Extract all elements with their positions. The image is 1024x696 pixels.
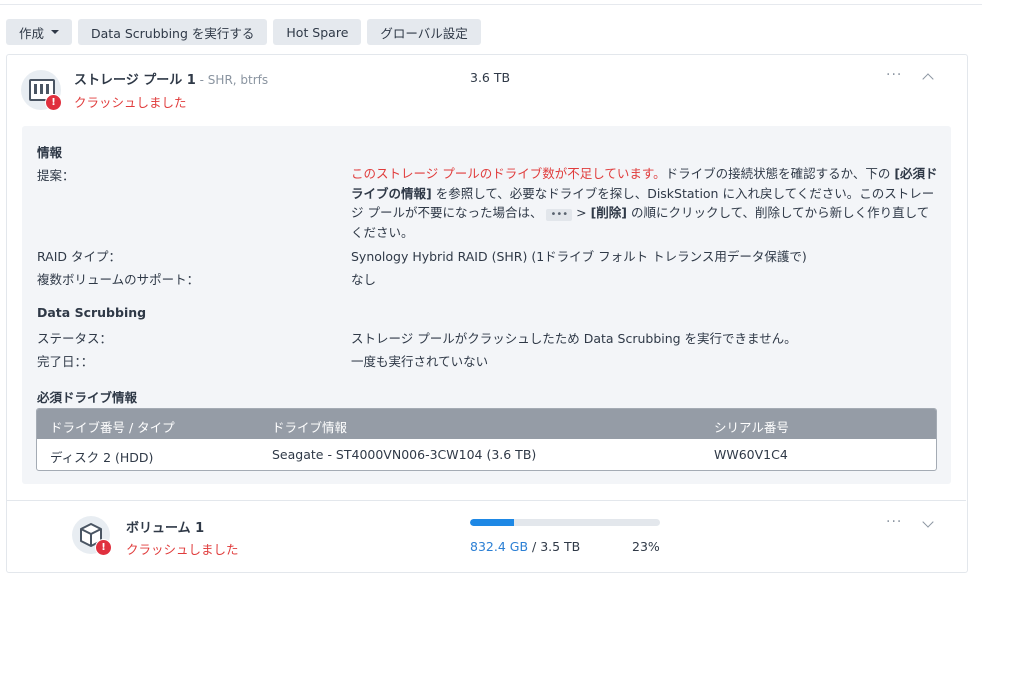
delete-link: [削除] [590, 205, 628, 220]
scrubbing-section-title: Data Scrubbing [37, 305, 147, 320]
required-drives-table: ドライブ番号 / タイプ ドライブ情報 シリアル番号 ディスク 2 (HDD) … [36, 408, 937, 471]
volume-used: 832.4 GB [470, 539, 529, 554]
suggestion-text: このストレージ プールのドライブ数が不足しています。ドライブの接続状態を確認する… [351, 164, 939, 242]
suggestion-label: 提案： [37, 168, 75, 183]
volume-more-icon[interactable]: ··· [886, 514, 902, 530]
suggestion-part-1: ドライブの接続状態を確認するか、下の [665, 166, 895, 181]
volume-icon: ! [72, 516, 112, 556]
more-icon: ••• [546, 209, 573, 221]
chevron-down-icon [51, 30, 60, 34]
volume-usage: 832.4 GB / 3.5 TB [470, 539, 580, 554]
volume-total: / 3.5 TB [528, 539, 581, 554]
data-scrubbing-button[interactable]: Data Scrubbing を実行する [78, 19, 268, 45]
suggestion-part-3: > [572, 205, 591, 220]
volume-status: クラッシュしました [126, 542, 239, 557]
error-icon: ! [95, 539, 112, 556]
volume-usage-fill [470, 519, 514, 526]
error-icon: ! [45, 94, 62, 111]
completion-date-label: 完了日：： [37, 354, 94, 369]
raid-type-label: RAID タイプ： [37, 249, 122, 264]
pool-more-icon[interactable]: ··· [886, 67, 902, 83]
pool-size: 3.6 TB [470, 70, 511, 85]
scrubbing-status-value: ストレージ プールがクラッシュしたため Data Scrubbing を実行でき… [351, 331, 797, 346]
create-button[interactable]: 作成 [6, 19, 73, 45]
volume-usage-bar [470, 519, 660, 526]
global-settings-button[interactable]: グローバル設定 [367, 19, 481, 45]
toolbar: 作成 Data Scrubbing を実行する Hot Spare グローバル設… [6, 19, 481, 45]
completion-date-value: 一度も実行されていない [351, 354, 489, 369]
column-drive-info: ドライブ情報 [272, 420, 348, 435]
storage-pool-icon: ! [21, 70, 62, 111]
info-section-title: 情報 [37, 145, 63, 160]
scrubbing-status-label: ステータス： [37, 331, 113, 346]
pool-status: クラッシュしました [74, 95, 187, 110]
create-button-label: 作成 [19, 25, 45, 41]
pool-subtitle: - SHR, btrfs [195, 73, 269, 87]
divider [6, 500, 966, 501]
pool-title: ストレージ プール 1 - SHR, btrfs [74, 69, 268, 88]
volume-name: ボリューム 1 [126, 521, 205, 536]
top-border [0, 0, 982, 5]
column-drive-number: ドライブ番号 / タイプ [50, 420, 175, 435]
table-cell-serial: WW60V1C4 [714, 447, 788, 462]
pool-name: ストレージ プール 1 [74, 73, 196, 88]
suggestion-warning: このストレージ プールのドライブ数が不足しています。 [351, 166, 666, 181]
multi-volume-value: なし [351, 272, 377, 287]
table-cell-drive: ディスク 2 (HDD) [50, 450, 154, 465]
hot-spare-button[interactable]: Hot Spare [273, 19, 362, 45]
required-drives-title: 必須ドライブ情報 [37, 390, 138, 405]
volume-percent: 23% [632, 539, 660, 554]
table-cell-info: Seagate - ST4000VN006-3CW104 (3.6 TB) [272, 447, 537, 462]
multi-volume-label: 複数ボリュームのサポート： [37, 272, 200, 287]
raid-type-value: Synology Hybrid RAID (SHR) (1ドライブ フォルト ト… [351, 249, 807, 264]
column-serial: シリアル番号 [714, 420, 789, 435]
